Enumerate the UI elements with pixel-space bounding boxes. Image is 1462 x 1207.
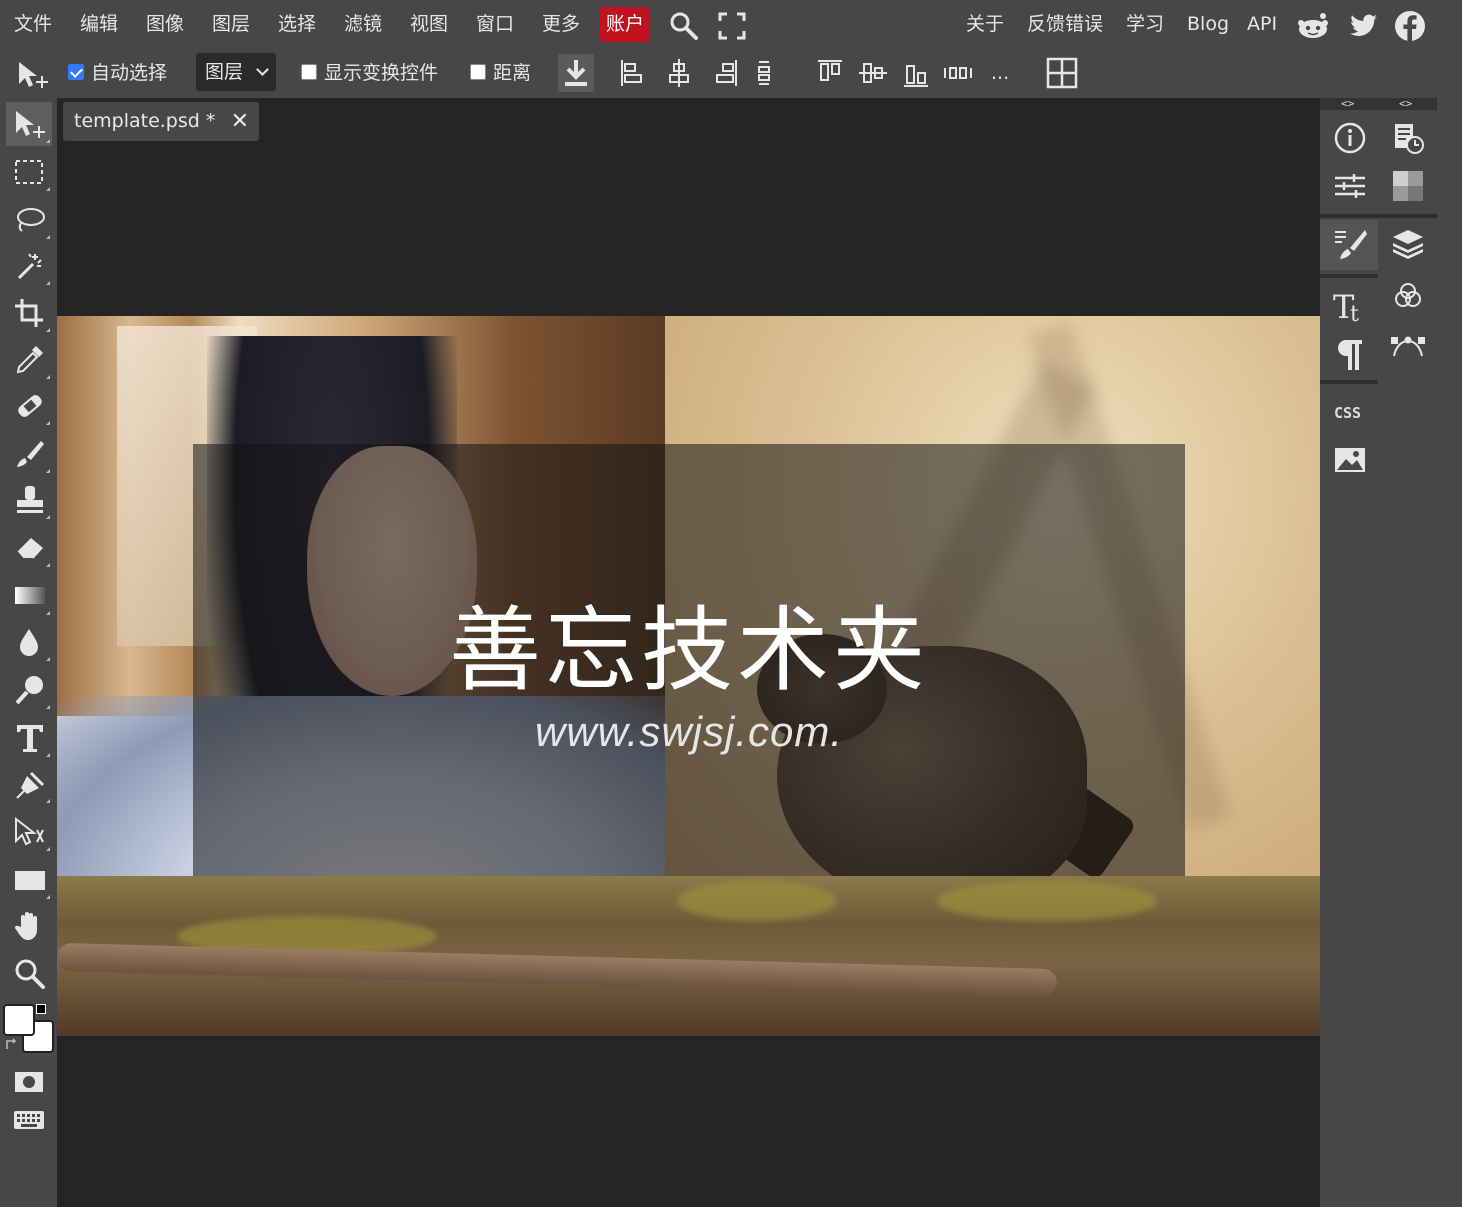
path-select-tool-icon[interactable] xyxy=(6,810,52,854)
layers-icon[interactable] xyxy=(1390,226,1426,262)
reddit-icon[interactable] xyxy=(1296,10,1328,42)
paragraph-icon[interactable] xyxy=(1332,336,1368,372)
menu-more[interactable]: 更多 xyxy=(542,10,580,38)
auto-select-checkbox[interactable] xyxy=(68,64,84,80)
zoom-tool-icon[interactable] xyxy=(6,952,52,996)
menu-api[interactable]: API xyxy=(1247,10,1277,38)
menu-edit[interactable]: 编辑 xyxy=(80,10,118,38)
magic-wand-tool-icon[interactable] xyxy=(6,244,52,288)
auto-select-target-dropdown[interactable]: 图层 xyxy=(196,53,276,91)
character-icon[interactable]: Tt xyxy=(1332,288,1368,327)
document-tab-title: template.psd * xyxy=(74,110,216,132)
default-colors-icon[interactable] xyxy=(36,1004,46,1014)
align-right-icon[interactable] xyxy=(707,54,743,92)
align-center-h-icon[interactable] xyxy=(661,54,697,92)
move-tool-icon[interactable] xyxy=(6,102,52,146)
panel-divider xyxy=(1320,380,1378,384)
lasso-tool-icon[interactable] xyxy=(6,198,52,242)
panel-divider xyxy=(1320,274,1378,278)
color-swatches xyxy=(0,1000,57,1058)
distance-checkbox[interactable] xyxy=(470,64,486,80)
canvas-url-text: www.swjsj.com. xyxy=(534,708,844,755)
panel-divider xyxy=(1320,214,1437,218)
align-left-icon[interactable] xyxy=(615,54,651,92)
paths-icon[interactable] xyxy=(1390,326,1426,362)
menu-select[interactable]: 选择 xyxy=(278,10,316,38)
menu-filter[interactable]: 滤镜 xyxy=(344,10,382,38)
move-tool-options-icon xyxy=(14,54,50,92)
grid-icon[interactable] xyxy=(1044,54,1080,92)
auto-select-label: 自动选择 xyxy=(91,62,168,84)
more-options[interactable]: ... xyxy=(991,60,1009,86)
canvas-title-text: 善忘技术夹 xyxy=(448,597,929,704)
foreground-color-swatch[interactable] xyxy=(3,1004,35,1036)
rectangle-tool-icon[interactable] xyxy=(6,858,52,902)
collapse-left-column[interactable]: <> xyxy=(1341,97,1354,110)
svg-text:t: t xyxy=(1350,302,1359,324)
align-bottom-icon[interactable] xyxy=(898,54,934,92)
download-icon[interactable] xyxy=(558,54,594,92)
menu-report-bug[interactable]: 反馈错误 xyxy=(1027,10,1103,38)
options-bar: 自动选择 图层 显示变换控件 距离 ... xyxy=(0,48,1462,98)
keyboard-icon[interactable] xyxy=(6,1098,52,1142)
gradient-tool-icon[interactable] xyxy=(6,574,52,618)
blur-tool-icon[interactable] xyxy=(6,620,52,664)
healing-tool-icon[interactable] xyxy=(6,384,52,428)
menu-view[interactable]: 视图 xyxy=(410,10,448,38)
menu-file[interactable]: 文件 xyxy=(14,10,52,38)
close-tab-icon[interactable]: ✕ xyxy=(231,102,249,141)
collapse-right-column[interactable]: <> xyxy=(1399,97,1412,110)
brush-tool-icon[interactable] xyxy=(6,432,52,476)
panel-collapse-bar: <> <> xyxy=(1320,97,1437,110)
text-overlay-box: 善忘技术夹 www.swjsj.com. xyxy=(193,444,1185,876)
right-panel-dock: <> <> Tt CSS xyxy=(1320,97,1462,1207)
search-icon[interactable] xyxy=(668,10,700,42)
show-transform-checkbox[interactable] xyxy=(301,64,317,80)
image-icon[interactable] xyxy=(1332,442,1368,478)
dodge-tool-icon[interactable] xyxy=(6,668,52,712)
menu-bar: 文件 编辑 图像 图层 选择 滤镜 视图 窗口 更多 账户 关于 反馈错误 学习… xyxy=(0,0,1462,48)
marquee-tool-icon[interactable] xyxy=(6,150,52,194)
info-icon[interactable] xyxy=(1332,120,1368,156)
menu-blog[interactable]: Blog xyxy=(1187,10,1229,38)
document-canvas[interactable]: 善忘技术夹 www.swjsj.com. xyxy=(57,316,1320,1036)
align-middle-v-icon[interactable] xyxy=(855,54,891,92)
distance-label: 距离 xyxy=(493,62,532,84)
document-tab[interactable]: template.psd * ✕ xyxy=(63,102,259,141)
css-panel-button[interactable]: CSS xyxy=(1334,404,1361,422)
distribute-horizontal-icon[interactable] xyxy=(940,54,976,92)
document-workspace[interactable]: template.psd * ✕ 善忘技术夹 www.swjsj.com. xyxy=(57,98,1320,1207)
menu-image[interactable]: 图像 xyxy=(146,10,184,38)
eyedropper-tool-icon[interactable] xyxy=(6,338,52,382)
pen-tool-icon[interactable] xyxy=(6,762,52,806)
hand-tool-icon[interactable] xyxy=(6,904,52,948)
menu-about[interactable]: 关于 xyxy=(966,10,1004,38)
distribute-vertical-icon[interactable] xyxy=(747,54,783,92)
adjustments-icon[interactable] xyxy=(1332,168,1368,204)
facebook-icon[interactable] xyxy=(1394,10,1426,42)
brush-settings-icon[interactable] xyxy=(1332,226,1368,262)
auto-select-target-value: 图层 xyxy=(205,61,244,83)
clone-stamp-tool-icon[interactable] xyxy=(6,478,52,522)
align-top-icon[interactable] xyxy=(812,54,848,92)
history-icon[interactable] xyxy=(1390,120,1426,156)
menu-window[interactable]: 窗口 xyxy=(476,10,514,38)
fullscreen-icon[interactable] xyxy=(716,10,748,42)
moss-patch xyxy=(677,881,837,921)
channels-icon[interactable] xyxy=(1390,278,1426,314)
type-tool-icon[interactable] xyxy=(6,716,52,760)
swatches-icon[interactable] xyxy=(1390,168,1426,204)
menu-layer[interactable]: 图层 xyxy=(212,10,250,38)
swap-colors-icon[interactable] xyxy=(5,1036,19,1050)
account-button[interactable]: 账户 xyxy=(600,7,651,42)
eraser-tool-icon[interactable] xyxy=(6,526,52,570)
chevron-down-icon xyxy=(256,63,269,76)
moss-patch xyxy=(937,881,1157,921)
crop-tool-icon[interactable] xyxy=(6,291,52,335)
show-transform-label: 显示变换控件 xyxy=(324,62,439,84)
menu-learn[interactable]: 学习 xyxy=(1126,10,1164,38)
twitter-icon[interactable] xyxy=(1347,10,1379,42)
tools-panel xyxy=(0,98,57,1207)
